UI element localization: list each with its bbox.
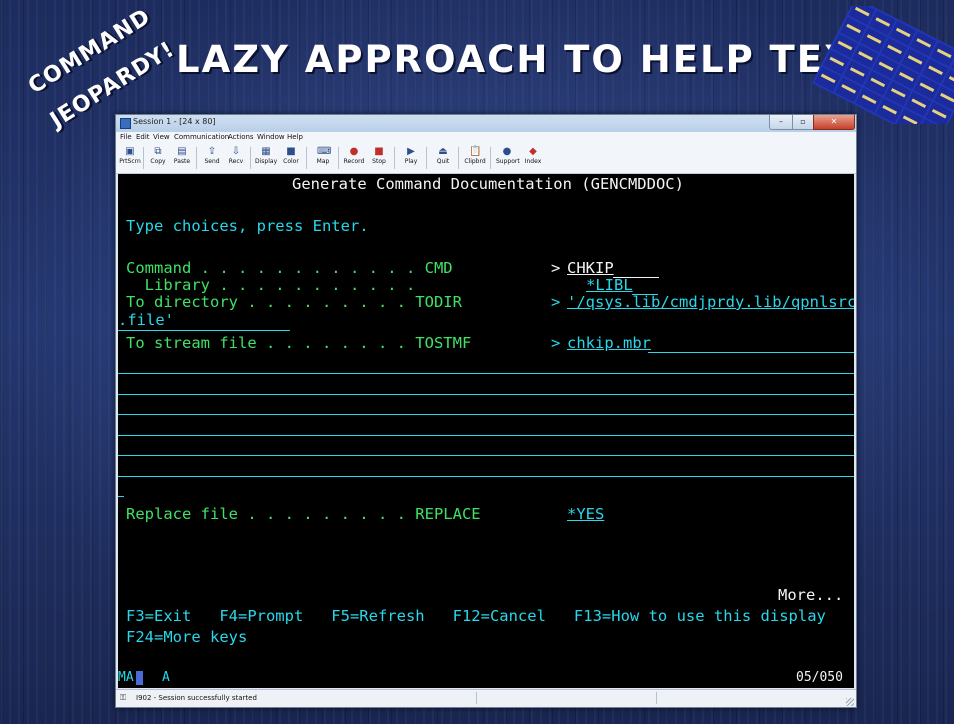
tostmf-input[interactable]: chkip.mbr <box>567 333 651 354</box>
screen-heading: Generate Command Documentation (GENCMDDO… <box>292 175 684 193</box>
function-keys-line-2: F24=More keys <box>126 628 248 646</box>
tostmf-continuation-line-2[interactable] <box>118 394 854 395</box>
toolbar-copy-button[interactable]: ⧉ Copy <box>147 145 169 169</box>
tostmf-label: To stream file . . . . . . . . TOSTMF <box>126 334 472 352</box>
receive-icon: ⇩ <box>231 146 241 157</box>
cursor-block <box>136 671 143 685</box>
quit-icon: ⏏ <box>438 146 448 157</box>
send-icon: ⇪ <box>207 146 217 157</box>
session-app-icon <box>120 118 131 129</box>
screen-instruction: Type choices, press Enter. <box>126 217 369 235</box>
paste-icon: ▤ <box>177 146 187 157</box>
record-icon: ● <box>349 146 359 157</box>
todir-input-continuation[interactable]: .file' <box>118 310 174 331</box>
toolbar-display-button[interactable]: ▦ Display <box>255 145 277 169</box>
tostmf-marker: > <box>551 334 561 352</box>
tostmf-continuation-line-5[interactable] <box>118 455 854 456</box>
tostmf-continuation-line-1[interactable] <box>118 373 854 374</box>
oia-session-indicator: MA <box>118 670 134 685</box>
cursor-position: 05/050 <box>796 670 843 685</box>
jeopardy-board-image <box>808 6 954 124</box>
todir-continuation-underline <box>118 330 290 331</box>
minimize-button[interactable]: – <box>769 115 793 130</box>
toolbar-quit-button[interactable]: ⏏ Quit <box>432 145 454 169</box>
menu-communication[interactable]: Communication <box>174 133 229 141</box>
status-message: I902 - Session successfully started <box>136 694 257 702</box>
close-button[interactable]: ✕ <box>813 115 855 130</box>
window-title: Session 1 - [24 x 80] <box>133 117 216 126</box>
toolbar-record-button[interactable]: ● Record <box>343 145 365 169</box>
tostmf-continuation-line-6[interactable] <box>118 476 854 477</box>
toolbar-send-button[interactable]: ⇪ Send <box>201 145 223 169</box>
function-keys-line-1: F3=Exit F4=Prompt F5=Refresh F12=Cancel … <box>126 607 826 625</box>
toolbar-play-button[interactable]: ▶ Play <box>400 145 422 169</box>
keyboard-map-icon: ⌨ <box>317 146 332 157</box>
menu-file[interactable]: File <box>120 133 132 141</box>
play-icon: ▶ <box>407 146 415 157</box>
tostmf-continuation-line-3[interactable] <box>118 414 854 415</box>
oia-input-mode: A <box>162 670 170 685</box>
menu-view[interactable]: View <box>153 133 170 141</box>
status-bar: ⚿ I902 - Session successfully started <box>116 689 856 707</box>
toolbar-map-button[interactable]: ⌨ Map <box>312 145 334 169</box>
toolbar-printscreen-button[interactable]: ▣ PrtScrn <box>119 145 141 169</box>
more-indicator: More... <box>778 586 844 604</box>
support-globe-icon: ● <box>502 146 512 157</box>
tostmf-input-underline <box>648 352 854 353</box>
toolbar-stop-button[interactable]: ■ Stop <box>368 145 390 169</box>
window-titlebar[interactable]: Session 1 - [24 x 80] – ▫ ✕ <box>116 115 856 132</box>
menu-bar: File Edit View Communication Actions Win… <box>116 132 856 143</box>
toolbar-index-button[interactable]: ◆ Index <box>522 145 544 169</box>
command-jeopardy-logo: COMMAND JEOPARDY! <box>2 4 179 133</box>
slide-title: LAZY APPROACH TO HELP TEXT <box>176 38 882 81</box>
toolbar-clipboard-button[interactable]: 📋 Clipbrd <box>464 145 486 169</box>
todir-label: To directory . . . . . . . . . TODIR <box>126 293 462 311</box>
clipboard-icon: 📋 <box>469 146 482 157</box>
menu-window[interactable]: Window <box>257 133 285 141</box>
tostmf-continuation-line-4[interactable] <box>118 435 854 436</box>
todir-marker: > <box>551 293 561 311</box>
toolbar-support-button[interactable]: ● Support <box>496 145 520 169</box>
menu-help[interactable]: Help <box>287 133 303 141</box>
maximize-button[interactable]: ▫ <box>792 115 814 130</box>
connection-status-icon: ⚿ <box>120 693 127 702</box>
toolbar-color-button[interactable]: ■ Color <box>280 145 302 169</box>
tostmf-continuation-line-7[interactable] <box>118 496 124 497</box>
replace-input[interactable]: *YES <box>567 504 604 525</box>
toolbar-receive-button[interactable]: ⇩ Recv <box>225 145 247 169</box>
replace-label: Replace file . . . . . . . . . REPLACE <box>126 505 481 523</box>
terminal-screen[interactable]: Generate Command Documentation (GENCMDDO… <box>118 174 854 676</box>
emulator-window: Session 1 - [24 x 80] – ▫ ✕ File Edit Vi… <box>115 114 857 708</box>
color-icon: ■ <box>286 146 296 157</box>
copy-icon: ⧉ <box>154 146 162 157</box>
toolbar: ▣ PrtScrn ⧉ Copy ▤ Paste ⇪ Send ⇩ Recv ▦ Displ… <box>116 143 856 174</box>
resize-grip[interactable] <box>846 698 854 706</box>
stop-icon: ■ <box>374 146 384 157</box>
todir-input[interactable]: '/qsys.lib/cmdjprdy.lib/qpnlsrc <box>567 292 854 313</box>
menu-edit[interactable]: Edit <box>136 133 150 141</box>
printer-icon: ▣ <box>125 146 135 157</box>
index-icon: ◆ <box>529 146 537 157</box>
command-marker: > <box>551 259 561 277</box>
menu-actions[interactable]: Actions <box>228 133 254 141</box>
operator-info-area: MA A 05/050 <box>118 668 854 688</box>
display-icon: ▦ <box>261 146 271 157</box>
toolbar-paste-button[interactable]: ▤ Paste <box>171 145 193 169</box>
